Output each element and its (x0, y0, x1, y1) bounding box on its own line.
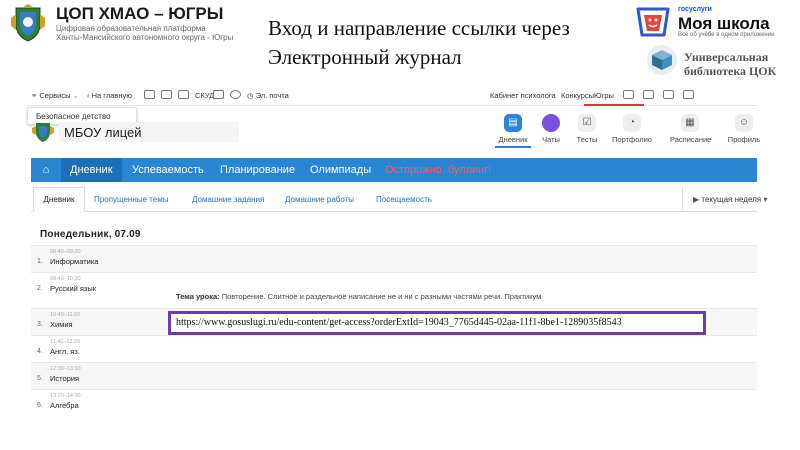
divider (682, 188, 683, 210)
book-icon: ▤ (504, 114, 522, 132)
library-title: Универсальная библиотека ЦОК (684, 50, 777, 78)
test-icon: ☑ (578, 114, 596, 132)
active-indicator (584, 104, 644, 106)
rocket-icon[interactable] (178, 90, 189, 99)
org-logo-subtitle: Цифровая образовательная платформа (56, 24, 206, 33)
gosuslugi-label: госуслуги (678, 6, 712, 13)
menu-bullying[interactable]: Осторожно, буллинг! (376, 158, 500, 182)
menu-diary[interactable]: Дневник (61, 158, 122, 182)
clock-icon: ◷ (247, 91, 254, 100)
calendar-icon[interactable] (643, 90, 654, 99)
skud-link[interactable]: СКУД (195, 91, 214, 100)
menu-olympiads[interactable]: Олимпиады (301, 158, 380, 182)
tab-attendance[interactable]: Посещаемость (376, 195, 432, 204)
lesson-row[interactable]: 08:40–09:20 1. Информатика (31, 245, 757, 272)
people-icon[interactable] (144, 90, 155, 99)
library-cube-icon (647, 45, 677, 75)
org-logo-subtitle-2: Ханты-Мансийского автономного округа - Ю… (56, 33, 234, 42)
nav-chats[interactable]: Чаты (531, 114, 571, 144)
slide-title: Вход и направление ссылки через Электрон… (268, 16, 570, 69)
moya-shkola-title: Моя школа (678, 14, 770, 33)
monitor-icon[interactable] (213, 90, 224, 99)
tab-diary[interactable]: Дневник (33, 187, 85, 212)
top-service-bar: ⚭ Сервисы ⌄ ‹ На главную СКУД ◷ Эл. почт… (27, 84, 757, 106)
sub-tabs: Дневник Пропущенные темы Домашние задани… (31, 186, 767, 212)
access-link[interactable]: https://www.gosuslugi.ru/edu-content/get… (176, 317, 622, 328)
play-icon: ▶ (693, 195, 700, 204)
contests-link[interactable]: КонкурсыЮгры (561, 91, 614, 100)
day-header: Понедельник, 07.09 (40, 229, 141, 240)
coat-of-arms-icon (11, 4, 45, 42)
school-emblem-icon (32, 123, 54, 142)
question-icon[interactable] (230, 90, 241, 99)
chat-icon (542, 114, 560, 132)
tab-home-works[interactable]: Домашние работы (285, 195, 354, 204)
moya-shkola-tagline: Всё об учёбе в одном приложении (678, 32, 775, 38)
nav-tests[interactable]: ☑ Тесты (567, 114, 607, 144)
mail-icon[interactable] (623, 90, 634, 99)
profile-icon: ☺ (735, 114, 753, 132)
lesson-row[interactable]: 09:40–10:20 2. Русский язык (31, 272, 757, 308)
chevron-left-icon: ‹ (87, 91, 90, 100)
nav-active-indicator (495, 146, 531, 148)
home-icon[interactable]: ⌂ (31, 158, 61, 182)
nav-profile[interactable]: ☺ Профиль (724, 114, 764, 144)
services-menu[interactable]: ⚭ Сервисы ⌄ (31, 91, 79, 100)
bell-icon[interactable] (683, 90, 694, 99)
tab-homework[interactable]: Домашние задания (192, 195, 264, 204)
chevron-down-icon: ▾ (763, 195, 768, 204)
lesson-row[interactable]: 12:30–13:10 5. История (31, 362, 757, 389)
lesson-topic: Тема урока: Повторение. Слитное и раздел… (176, 292, 542, 301)
nav-portfolio[interactable]: ◔ Портфолио (612, 114, 652, 144)
nav-diary[interactable]: ▤ Дневник (493, 114, 533, 144)
grid-icon[interactable] (161, 90, 172, 99)
main-menu: ⌂ Дневник Успеваемость Планирование Олим… (31, 158, 757, 182)
moya-shkola-logo-icon (636, 7, 670, 37)
tab-missed-topics[interactable]: Пропущенные темы (94, 195, 168, 204)
psychologist-link[interactable]: Кабинет психолога (490, 91, 556, 100)
nav-schedule[interactable]: ▦ Расписание (670, 114, 711, 144)
lesson-row[interactable]: 11:40–12:20 4. Англ. яз. (31, 335, 757, 362)
school-name: МБОУ лицей (64, 125, 142, 140)
chevron-down-icon: ⌄ (72, 91, 79, 100)
menu-progress[interactable]: Успеваемость (123, 158, 213, 182)
menu-planning[interactable]: Планирование (211, 158, 304, 182)
schedule-icon: ▦ (681, 114, 699, 132)
email-link[interactable]: ◷ Эл. почта (247, 91, 289, 100)
org-logo-title: ЦОП ХМАО – ЮГРЫ (56, 4, 224, 23)
link-icon: ⚭ (31, 91, 38, 100)
lesson-row[interactable]: 13:20–14:00 6. Алгебра (31, 389, 757, 416)
week-selector[interactable]: ▶ текущая неделя ▾ (693, 195, 767, 204)
home-link[interactable]: ‹ На главную (87, 91, 132, 100)
portfolio-icon: ◔ (623, 114, 641, 132)
share-icon[interactable] (663, 90, 674, 99)
